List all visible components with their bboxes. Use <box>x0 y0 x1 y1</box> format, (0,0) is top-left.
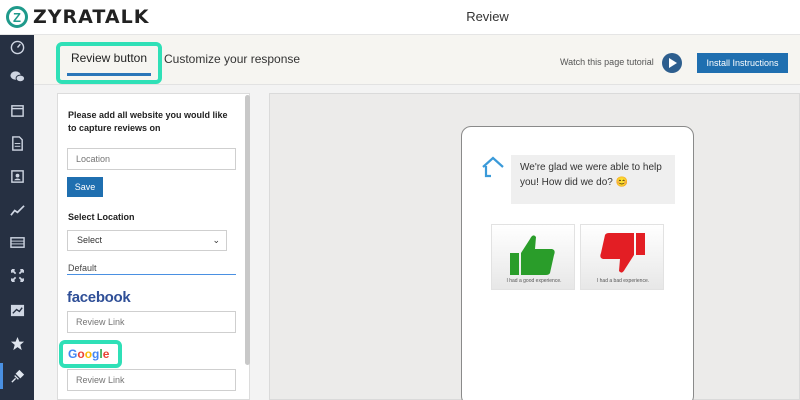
facebook-logo: facebook <box>67 289 131 306</box>
page-title: Review <box>466 9 509 24</box>
location-select[interactable]: Select ⌄ <box>67 230 227 251</box>
google-review-link-input[interactable] <box>67 369 236 391</box>
section-divider <box>67 274 236 275</box>
document-icon[interactable] <box>0 134 34 152</box>
install-instructions-button[interactable]: Install Instructions <box>697 53 788 73</box>
contacts-icon[interactable] <box>0 167 34 185</box>
analytics-icon[interactable] <box>0 201 34 219</box>
thumbs-up-icon <box>510 235 555 275</box>
panel-scrollbar[interactable] <box>245 95 250 365</box>
home-icon <box>482 156 504 178</box>
dashboard-icon[interactable] <box>0 38 34 56</box>
instruction-text: Please add all website you would like to… <box>68 110 228 133</box>
facebook-review-link-input[interactable] <box>67 311 236 333</box>
chat-icon[interactable] <box>0 67 34 85</box>
chevron-down-icon: ⌄ <box>212 235 220 245</box>
google-logo: Google <box>68 347 110 361</box>
star-icon[interactable] <box>0 334 34 352</box>
good-experience-button[interactable]: I had a good experience. <box>491 224 575 290</box>
top-bar: Z ZYRATALK Review <box>0 0 800 35</box>
message-text: We're glad we were able to help you! How… <box>520 162 662 188</box>
tab-review-button[interactable]: Review button <box>56 42 162 84</box>
select-value: Select <box>77 235 103 245</box>
calendar-icon[interactable] <box>0 101 34 119</box>
default-section-label: Default <box>68 263 97 273</box>
location-input[interactable] <box>67 148 236 170</box>
tutorial-link[interactable]: Watch this page tutorial <box>560 57 654 67</box>
expand-icon[interactable] <box>0 266 34 284</box>
thumbs-down-icon <box>600 233 645 273</box>
plug-icon[interactable] <box>0 363 34 389</box>
table-icon[interactable] <box>0 233 34 251</box>
active-tab-indicator <box>67 73 151 76</box>
message-bubble: We're glad we were able to help you! How… <box>511 155 675 204</box>
bad-caption: I had a bad experience. <box>596 278 650 284</box>
good-caption: I had a good experience. <box>506 278 562 284</box>
tab-customize-response[interactable]: Customize your response <box>164 52 300 66</box>
sidebar <box>0 35 34 400</box>
save-button[interactable]: Save <box>67 177 103 197</box>
tab-label: Review button <box>70 51 148 65</box>
play-icon[interactable] <box>662 53 682 73</box>
bad-experience-button[interactable]: I had a bad experience. <box>580 224 664 290</box>
google-logo-highlight: Google <box>59 340 122 368</box>
select-location-label: Select Location <box>68 212 135 222</box>
reports-icon[interactable] <box>0 301 34 319</box>
